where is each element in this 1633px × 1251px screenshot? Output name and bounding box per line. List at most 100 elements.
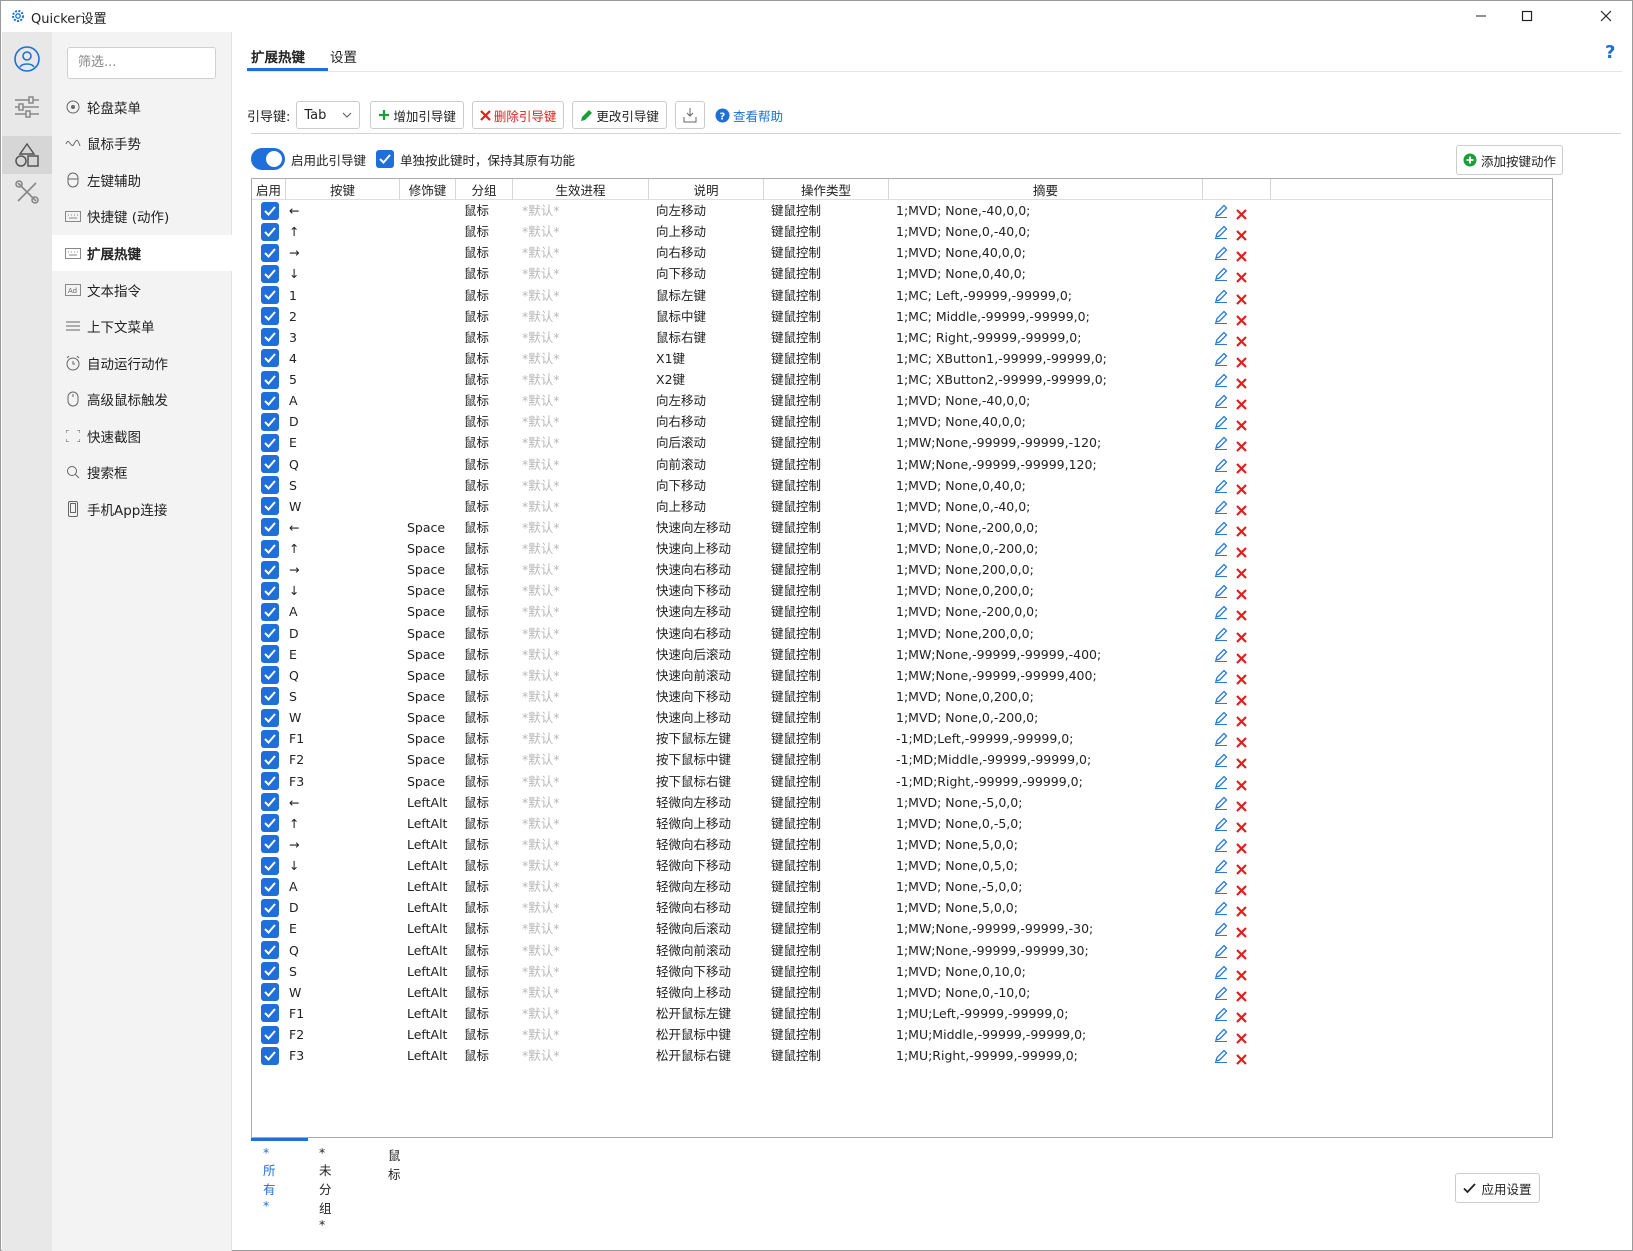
row-enabled-checkbox[interactable] <box>261 877 279 896</box>
row-enabled-checkbox[interactable] <box>261 772 279 790</box>
col-action-type-header[interactable]: 操作类型 <box>764 179 889 200</box>
table-row[interactable]: ↑ 鼠标 *默认* 向上移动 键鼠控制 1;MVD; None,0,-40,0; <box>252 221 1552 242</box>
row-enabled-checkbox[interactable] <box>261 391 279 410</box>
row-enabled-checkbox[interactable] <box>261 962 279 981</box>
table-row[interactable]: S 鼠标 *默认* 向下移动 键鼠控制 1;MVD; None,0,40,0; <box>252 475 1552 496</box>
row-enabled-checkbox[interactable] <box>261 243 279 262</box>
minimize-button[interactable] <box>1458 1 1504 31</box>
row-enabled-checkbox[interactable] <box>261 307 279 326</box>
table-row[interactable]: W LeftAlt 鼠标 *默认* 轻微向上移动 键鼠控制 1;MVD; None,0,-1… <box>252 982 1552 1003</box>
row-enabled-checkbox[interactable] <box>261 602 279 621</box>
row-enabled-checkbox[interactable] <box>261 412 279 431</box>
sidebar-item-search-box[interactable]: 搜索框 <box>52 454 232 490</box>
table-row[interactable]: ← Space 鼠标 *默认* 快速向左移动 键鼠控制 1;MVD; None,-200,0… <box>252 517 1552 538</box>
row-enabled-checkbox[interactable] <box>261 222 279 241</box>
row-enabled-checkbox[interactable] <box>261 201 279 220</box>
row-enabled-checkbox[interactable] <box>261 518 279 537</box>
table-row[interactable]: S Space 鼠标 *默认* 快速向下移动 键鼠控制 1;MVD; None,0,200,… <box>252 686 1552 707</box>
keep-original-checkbox[interactable] <box>376 150 395 168</box>
row-enabled-checkbox[interactable] <box>261 581 279 600</box>
row-enabled-checkbox[interactable] <box>261 349 279 368</box>
maximize-button[interactable] <box>1504 1 1550 31</box>
table-row[interactable]: ← LeftAlt 鼠标 *默认* 轻微向左移动 键鼠控制 1;MVD; None,-5,0… <box>252 792 1552 813</box>
row-enabled-checkbox[interactable] <box>261 941 279 960</box>
user-icon[interactable] <box>12 44 42 74</box>
change-leader-button[interactable]: 更改引导键 <box>572 101 667 129</box>
table-row[interactable]: A LeftAlt 鼠标 *默认* 轻微向左移动 键鼠控制 1;MVD; None,-5,0… <box>252 876 1552 897</box>
table-row[interactable]: → 鼠标 *默认* 向右移动 键鼠控制 1;MVD; None,40,0,0; <box>252 242 1552 263</box>
table-row[interactable]: D LeftAlt 鼠标 *默认* 轻微向右移动 键鼠控制 1;MVD; None,5,0,… <box>252 897 1552 918</box>
table-row[interactable]: → LeftAlt 鼠标 *默认* 轻微向右移动 键鼠控制 1;MVD; None,5,0,… <box>252 834 1552 855</box>
export-button[interactable] <box>674 101 705 129</box>
sidebar-item-wheel-menu[interactable]: 轮盘菜单 <box>52 89 232 125</box>
sidebar-item-auto-run[interactable]: 自动运行动作 <box>52 345 232 381</box>
sidebar-item-advanced-mouse[interactable]: 高级鼠标触发 <box>52 381 232 417</box>
group-tab-mouse[interactable]: 鼠标 <box>388 1145 401 1183</box>
table-row[interactable]: 5 鼠标 *默认* X2键 键鼠控制 1;MC; XButton2,-99999,-999… <box>252 369 1552 390</box>
table-row[interactable]: W Space 鼠标 *默认* 快速向上移动 键鼠控制 1;MVD; None,0,-200… <box>252 707 1552 728</box>
tab-extended-hotkeys[interactable]: 扩展热键 <box>251 46 305 66</box>
col-key-header[interactable]: 按键 <box>286 179 400 200</box>
table-row[interactable]: 3 鼠标 *默认* 鼠标右键 键鼠控制 1;MC; Right,-99999,-99999… <box>252 327 1552 348</box>
row-enabled-checkbox[interactable] <box>261 645 279 664</box>
close-button[interactable] <box>1583 1 1629 31</box>
table-row[interactable]: ↑ LeftAlt 鼠标 *默认* 轻微向上移动 键鼠控制 1;MVD; None,0,-5… <box>252 813 1552 834</box>
table-row[interactable]: W 鼠标 *默认* 向上移动 键鼠控制 1;MVD; None,0,-40,0; <box>252 496 1552 517</box>
sidebar-item-left-click-assist[interactable]: 左键辅助 <box>52 162 232 198</box>
row-enabled-checkbox[interactable] <box>261 560 279 579</box>
table-row[interactable]: Q 鼠标 *默认* 向前滚动 键鼠控制 1;MW;None,-99999,-99999,1… <box>252 454 1552 475</box>
add-leader-button[interactable]: 增加引导键 <box>370 101 464 129</box>
row-enabled-checkbox[interactable] <box>261 708 279 727</box>
sidebar-item-quick-screenshot[interactable]: 快速截图 <box>52 418 232 454</box>
table-row[interactable]: D 鼠标 *默认* 向右移动 键鼠控制 1;MVD; None,40,0,0; <box>252 411 1552 432</box>
table-row[interactable]: A Space 鼠标 *默认* 快速向左移动 键鼠控制 1;MVD; None,-200,0… <box>252 601 1552 622</box>
add-action-button[interactable]: 添加按键动作 <box>1456 145 1564 175</box>
sidebar-item-text-commands[interactable]: Ad 文本指令 <box>52 272 232 308</box>
row-enabled-checkbox[interactable] <box>261 476 279 495</box>
table-row[interactable]: A 鼠标 *默认* 向左移动 键鼠控制 1;MVD; None,-40,0,0; <box>252 390 1552 411</box>
row-enabled-checkbox[interactable] <box>261 983 279 1002</box>
tools-icon[interactable] <box>12 177 42 207</box>
sidebar-item-extended-hotkeys[interactable]: 扩展热键 <box>52 235 232 271</box>
table-row[interactable]: → Space 鼠标 *默认* 快速向右移动 键鼠控制 1;MVD; None,200,0,… <box>252 559 1552 580</box>
help-question-icon[interactable]: ? <box>1605 42 1615 63</box>
row-enabled-checkbox[interactable] <box>261 497 279 516</box>
table-row[interactable]: 4 鼠标 *默认* X1键 键鼠控制 1;MC; XButton1,-99999,-999… <box>252 348 1552 369</box>
row-enabled-checkbox[interactable] <box>261 750 279 769</box>
sidebar-item-shortcut-actions[interactable]: 快捷键 (动作) <box>52 198 232 234</box>
col-process-header[interactable]: 生效进程 <box>513 179 649 200</box>
col-group-header[interactable]: 分组 <box>456 179 513 200</box>
table-row[interactable]: E 鼠标 *默认* 向后滚动 键鼠控制 1;MW;None,-99999,-99999,-… <box>252 432 1552 453</box>
row-enabled-checkbox[interactable] <box>261 666 279 685</box>
table-row[interactable]: 1 鼠标 *默认* 鼠标左键 键鼠控制 1;MC; Left,-99999,-99999,… <box>252 285 1552 306</box>
row-enabled-checkbox[interactable] <box>261 687 279 706</box>
table-row[interactable]: D Space 鼠标 *默认* 快速向右移动 键鼠控制 1;MVD; None,200,0,… <box>252 623 1552 644</box>
table-row[interactable]: F2 Space 鼠标 *默认* 按下鼠标中键 键鼠控制 -1;MD;Middle,-999… <box>252 749 1552 770</box>
shapes-icon[interactable] <box>12 140 42 170</box>
table-row[interactable]: ↓ 鼠标 *默认* 向下移动 键鼠控制 1;MVD; None,0,40,0; <box>252 263 1552 284</box>
leader-key-select[interactable]: Tab <box>296 101 361 129</box>
delete-leader-button[interactable]: 删除引导键 <box>471 101 565 129</box>
edit-pencil-icon[interactable] <box>1214 1048 1228 1069</box>
row-enabled-checkbox[interactable] <box>261 539 279 558</box>
table-row[interactable]: F2 LeftAlt 鼠标 *默认* 松开鼠标中键 键鼠控制 1;MU;Middle,-99… <box>252 1024 1552 1045</box>
table-row[interactable]: Q LeftAlt 鼠标 *默认* 轻微向前滚动 键鼠控制 1;MW;None,-99999… <box>252 940 1552 961</box>
sidebar-item-context-menu[interactable]: 上下文菜单 <box>52 308 232 344</box>
table-row[interactable]: Q Space 鼠标 *默认* 快速向前滚动 键鼠控制 1;MW;None,-99999,-… <box>252 665 1552 686</box>
table-row[interactable]: 2 鼠标 *默认* 鼠标中键 键鼠控制 1;MC; Middle,-99999,-9999… <box>252 306 1552 327</box>
col-enabled-header[interactable]: 启用 <box>252 179 286 200</box>
row-enabled-checkbox[interactable] <box>261 898 279 917</box>
tab-settings[interactable]: 设置 <box>330 46 357 66</box>
row-enabled-checkbox[interactable] <box>261 1046 279 1065</box>
table-row[interactable]: E LeftAlt 鼠标 *默认* 轻微向后滚动 键鼠控制 1;MW;None,-99999… <box>252 918 1552 939</box>
delete-x-icon[interactable] <box>1236 1050 1247 1071</box>
table-row[interactable]: ← 鼠标 *默认* 向左移动 键鼠控制 1;MVD; None,-40,0,0; <box>252 200 1552 221</box>
row-enabled-checkbox[interactable] <box>261 328 279 347</box>
table-row[interactable]: ↑ Space 鼠标 *默认* 快速向上移动 键鼠控制 1;MVD; None,0,-200… <box>252 538 1552 559</box>
group-tab-all[interactable]: *所有* <box>263 1145 276 1213</box>
row-enabled-checkbox[interactable] <box>261 729 279 748</box>
row-enabled-checkbox[interactable] <box>261 370 279 389</box>
table-row[interactable]: ↓ Space 鼠标 *默认* 快速向下移动 键鼠控制 1;MVD; None,0,200,… <box>252 580 1552 601</box>
group-tab-ungrouped[interactable]: *未分组* <box>319 1145 332 1232</box>
row-enabled-checkbox[interactable] <box>261 264 279 283</box>
